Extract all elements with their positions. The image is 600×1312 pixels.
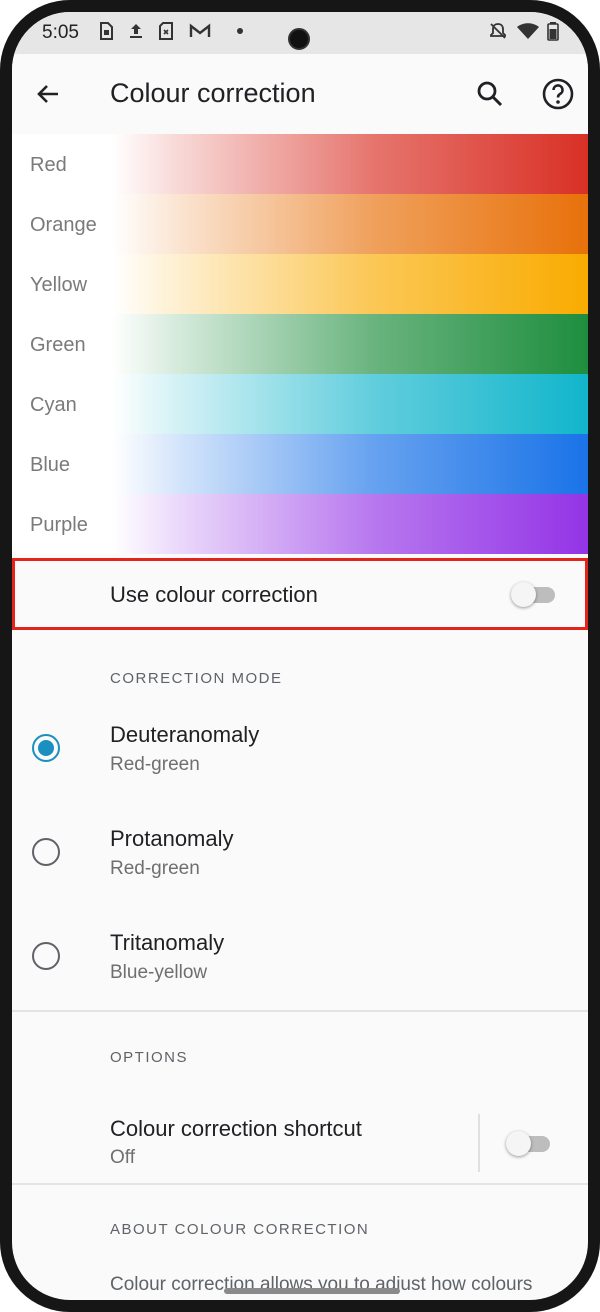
color-label: Yellow	[30, 274, 88, 296]
color-row-orange: Orange	[12, 194, 588, 254]
correction-mode-header: CORRECTION MODE	[110, 670, 283, 687]
use-colour-correction-switch[interactable]	[511, 577, 555, 611]
gmail-icon	[189, 23, 211, 37]
color-row-yellow: Yellow	[12, 254, 588, 314]
help-icon[interactable]	[540, 76, 576, 112]
color-label: Purple	[30, 514, 88, 536]
color-bar	[112, 374, 588, 434]
color-row-green: Green	[12, 314, 588, 374]
status-time: 5:05	[42, 22, 79, 43]
home-indicator[interactable]	[224, 1288, 400, 1294]
radio-button-checked[interactable]	[32, 734, 60, 762]
vertical-separator	[478, 1114, 480, 1172]
status-bar: 5:05	[12, 12, 588, 54]
radio-button[interactable]	[32, 838, 60, 866]
radio-title: Deuteranomaly	[110, 722, 260, 747]
color-bar	[112, 254, 588, 314]
search-icon[interactable]	[474, 78, 506, 110]
color-label: Cyan	[30, 394, 77, 416]
front-camera	[288, 28, 310, 50]
radio-item-tritanomaly[interactable]: Tritanomaly Blue-yellow	[12, 914, 588, 1014]
color-bar	[112, 434, 588, 494]
screen: 5:05 Colour correction Red Orange Yellow…	[12, 12, 588, 1300]
color-label: Orange	[30, 214, 97, 236]
color-row-blue: Blue	[12, 434, 588, 494]
radio-title: Tritanomaly	[110, 930, 225, 955]
color-bar	[112, 194, 588, 254]
about-header: ABOUT COLOUR CORRECTION	[110, 1221, 370, 1238]
sim-card-icon	[100, 22, 113, 40]
color-row-cyan: Cyan	[12, 374, 588, 434]
switch-thumb	[511, 582, 536, 607]
color-row-red: Red	[12, 134, 588, 194]
notifications-off-icon	[490, 23, 506, 39]
options-header: OPTIONS	[110, 1049, 189, 1066]
radio-button[interactable]	[32, 942, 60, 970]
colour-preview: Red Orange Yellow Green Cyan Blue Purple	[12, 134, 588, 554]
back-arrow-icon[interactable]	[32, 78, 64, 110]
colour-correction-shortcut-row[interactable]: Colour correction shortcut Off	[12, 1100, 588, 1184]
radio-subtitle: Blue-yellow	[110, 962, 208, 983]
sd-card-icon	[159, 22, 173, 40]
shortcut-status: Off	[110, 1147, 135, 1168]
divider	[12, 1183, 588, 1185]
radio-subtitle: Red-green	[110, 754, 200, 775]
color-label: Green	[30, 334, 86, 356]
switch-thumb	[506, 1131, 531, 1156]
use-colour-correction-label: Use colour correction	[110, 582, 318, 607]
radio-subtitle: Red-green	[110, 858, 200, 879]
color-bar	[112, 494, 588, 554]
radio-title: Protanomaly	[110, 826, 234, 851]
app-bar: Colour correction	[12, 54, 588, 135]
color-label: Blue	[30, 454, 71, 476]
color-bar	[112, 134, 588, 194]
color-row-purple: Purple	[12, 494, 588, 554]
shortcut-title: Colour correction shortcut	[110, 1116, 362, 1141]
color-bar	[112, 314, 588, 374]
battery-icon	[547, 22, 559, 41]
dot-icon	[237, 28, 243, 34]
radio-item-deuteranomaly[interactable]: Deuteranomaly Red-green	[12, 706, 588, 806]
wifi-icon	[517, 23, 539, 39]
page-title: Colour correction	[110, 78, 316, 108]
shortcut-switch[interactable]	[506, 1126, 550, 1160]
color-label: Red	[30, 154, 67, 176]
use-colour-correction-row[interactable]: Use colour correction	[12, 558, 588, 630]
phone-frame: 5:05 Colour correction Red Orange Yellow…	[0, 0, 600, 1312]
divider	[12, 1010, 588, 1012]
radio-item-protanomaly[interactable]: Protanomaly Red-green	[12, 810, 588, 910]
upload-icon	[130, 24, 142, 38]
